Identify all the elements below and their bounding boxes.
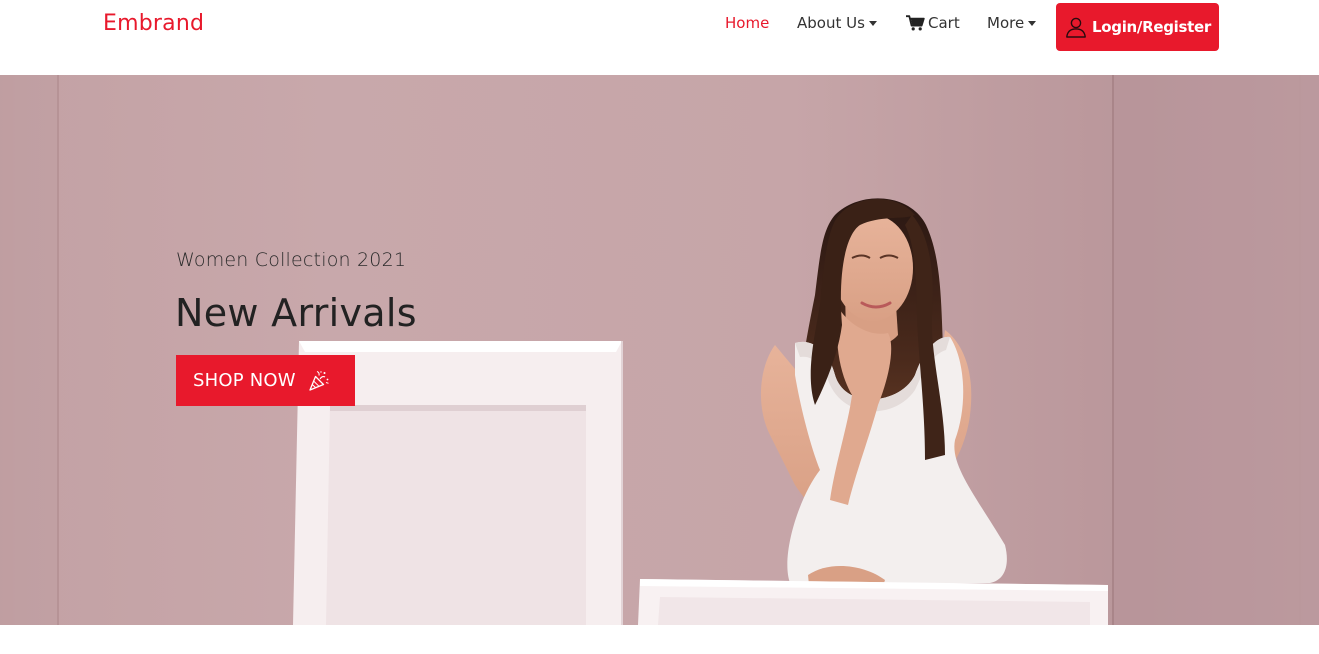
shop-now-label: SHOP NOW [193,370,296,391]
nav-cart-link[interactable]: Cart [906,12,960,34]
nav-about-us-dropdown[interactable]: About Us [797,12,877,34]
nav-cart-label: Cart [928,14,960,32]
nav-more-label: More [987,14,1025,32]
user-icon [1064,15,1088,39]
picture-frame-bottom [638,579,1108,625]
hero-title: New Arrivals [175,291,417,335]
nav-about-us-label: About Us [797,14,865,32]
caret-down-icon [868,20,877,26]
hero-banner: Women Collection 2021 New Arrivals SHOP … [0,75,1319,625]
caret-down-icon [1028,20,1037,26]
navbar: Embrand Home About Us Cart More Login/Re… [0,0,1319,75]
hero-image [0,75,1319,625]
party-popper-icon [308,370,330,392]
cart-icon [906,15,925,31]
brand-logo[interactable]: Embrand [103,11,204,36]
login-register-label: Login/Register [1092,18,1211,36]
nav-home-link[interactable]: Home [725,12,769,34]
nav-more-dropdown[interactable]: More [987,12,1037,34]
shop-now-button[interactable]: SHOP NOW [176,355,355,406]
login-register-button[interactable]: Login/Register [1056,3,1219,51]
hero-subtitle: Women Collection 2021 [176,249,407,271]
